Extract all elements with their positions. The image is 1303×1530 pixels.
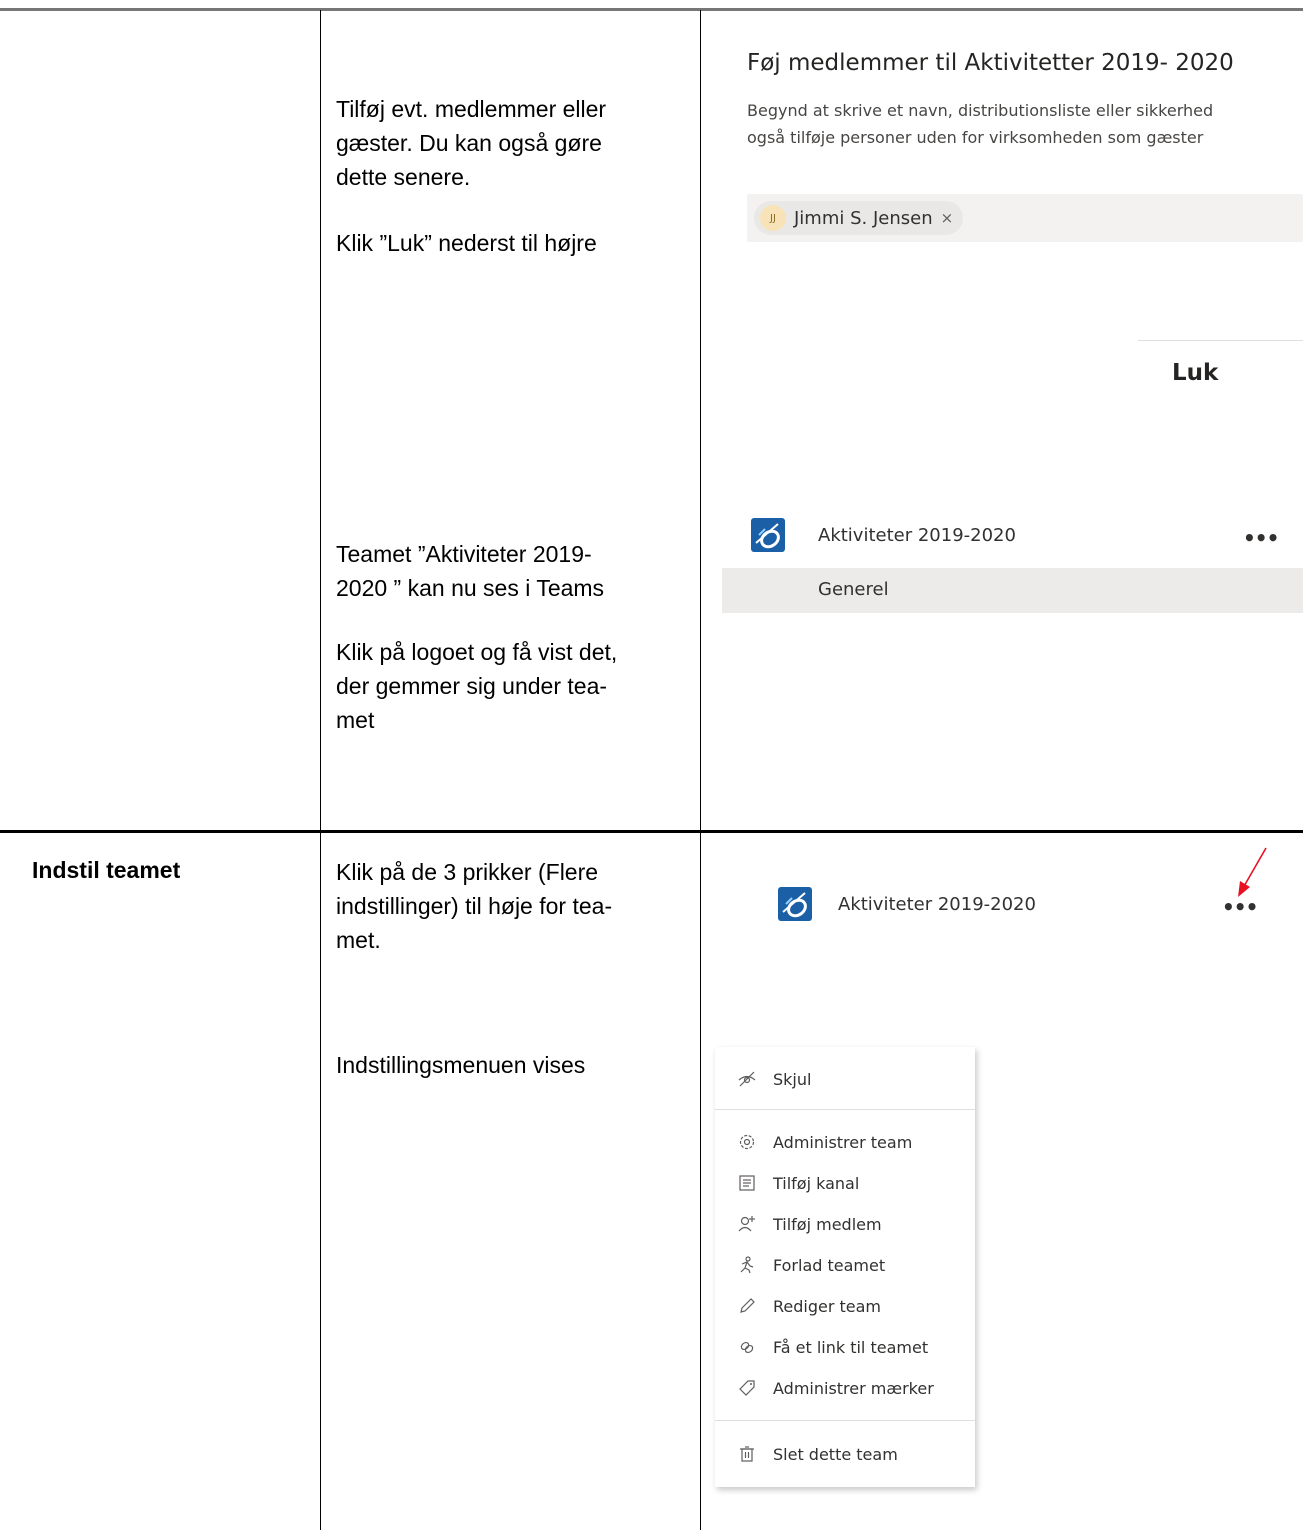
dialog-title: Føj medlemmer til Aktivitetter 2019- 202… (747, 50, 1234, 76)
menu-item-rediger-team[interactable]: Rediger team (715, 1286, 975, 1326)
dialog-subtitle: Begynd at skrive et navn, distributionsl… (747, 101, 1214, 147)
channel-icon (727, 1173, 767, 1193)
gear-icon (727, 1132, 767, 1152)
team-name[interactable]: Aktiviteter 2019-2020 (818, 525, 1016, 546)
instruction-add-members: Tilføj evt. medlemmer eller gæster. Du k… (336, 96, 607, 190)
menu-item-slet-team[interactable]: Slet dette team (715, 1434, 975, 1474)
menu-separator-2 (715, 1420, 975, 1421)
menu-item-forlad-teamet[interactable]: Forlad teamet (715, 1245, 975, 1285)
member-chip: JJ Jimmi S. Jensen × (754, 201, 964, 235)
more-options-icon[interactable]: ••• (1243, 526, 1279, 550)
settings-menu: Skjul Administrer team Tilføj kanal Tilf… (715, 1047, 975, 1487)
add-member-icon (727, 1214, 767, 1234)
channel-label: Generel (818, 579, 889, 600)
remove-member-icon[interactable]: × (941, 209, 954, 227)
team-logo[interactable] (751, 518, 785, 557)
menu-item-tilfoej-medlem[interactable]: Tilføj medlem (715, 1204, 975, 1244)
row-divider (0, 830, 1303, 833)
instruction-menu-shown: Indstillingsmenuen vises (336, 1052, 586, 1078)
menu-item-tilfoej-kanal[interactable]: Tilføj kanal (715, 1163, 975, 1203)
member-avatar: JJ (760, 205, 786, 231)
close-button[interactable]: Luk (1172, 360, 1218, 386)
channel-item-generel[interactable]: Generel (722, 568, 1303, 613)
leave-icon (727, 1255, 767, 1275)
menu-item-administrer-team[interactable]: Administrer team (715, 1122, 975, 1162)
hide-icon (727, 1069, 767, 1089)
column-divider-2 (700, 10, 701, 1530)
link-icon (727, 1337, 767, 1357)
team-logo-2[interactable] (778, 887, 812, 926)
tag-icon (727, 1378, 767, 1398)
team-name-2[interactable]: Aktiviteter 2019-2020 (838, 894, 1036, 915)
menu-item-faa-link[interactable]: Få et link til teamet (715, 1327, 975, 1367)
team-logo-icon-2 (778, 887, 812, 921)
instruction-click-close: Klik ”Luk” nederst til højre (336, 230, 597, 256)
team-logo-icon (751, 518, 785, 552)
instruction-click-dots: Klik på de 3 prikker (Flere indstillinge… (336, 859, 613, 953)
column-divider-1 (320, 10, 321, 1530)
section-heading: Indstil teamet (32, 857, 181, 883)
trash-icon (727, 1444, 767, 1464)
dialog-footer-divider (1138, 340, 1303, 341)
menu-item-skjul[interactable]: Skjul (715, 1059, 975, 1099)
member-chip-name: Jimmi S. Jensen (794, 207, 933, 229)
instruction-click-logo: Klik på logoet og få vist det, der gemme… (336, 639, 618, 733)
pencil-icon (727, 1296, 767, 1316)
red-arrow-icon (1238, 847, 1267, 897)
table-top-border (0, 8, 1303, 11)
instruction-team-visible: Teamet ”Aktiviteter 2019- 2020 ” kan nu … (336, 541, 605, 601)
menu-item-administrer-maerker[interactable]: Administrer mærker (715, 1368, 975, 1408)
menu-separator (715, 1109, 975, 1110)
